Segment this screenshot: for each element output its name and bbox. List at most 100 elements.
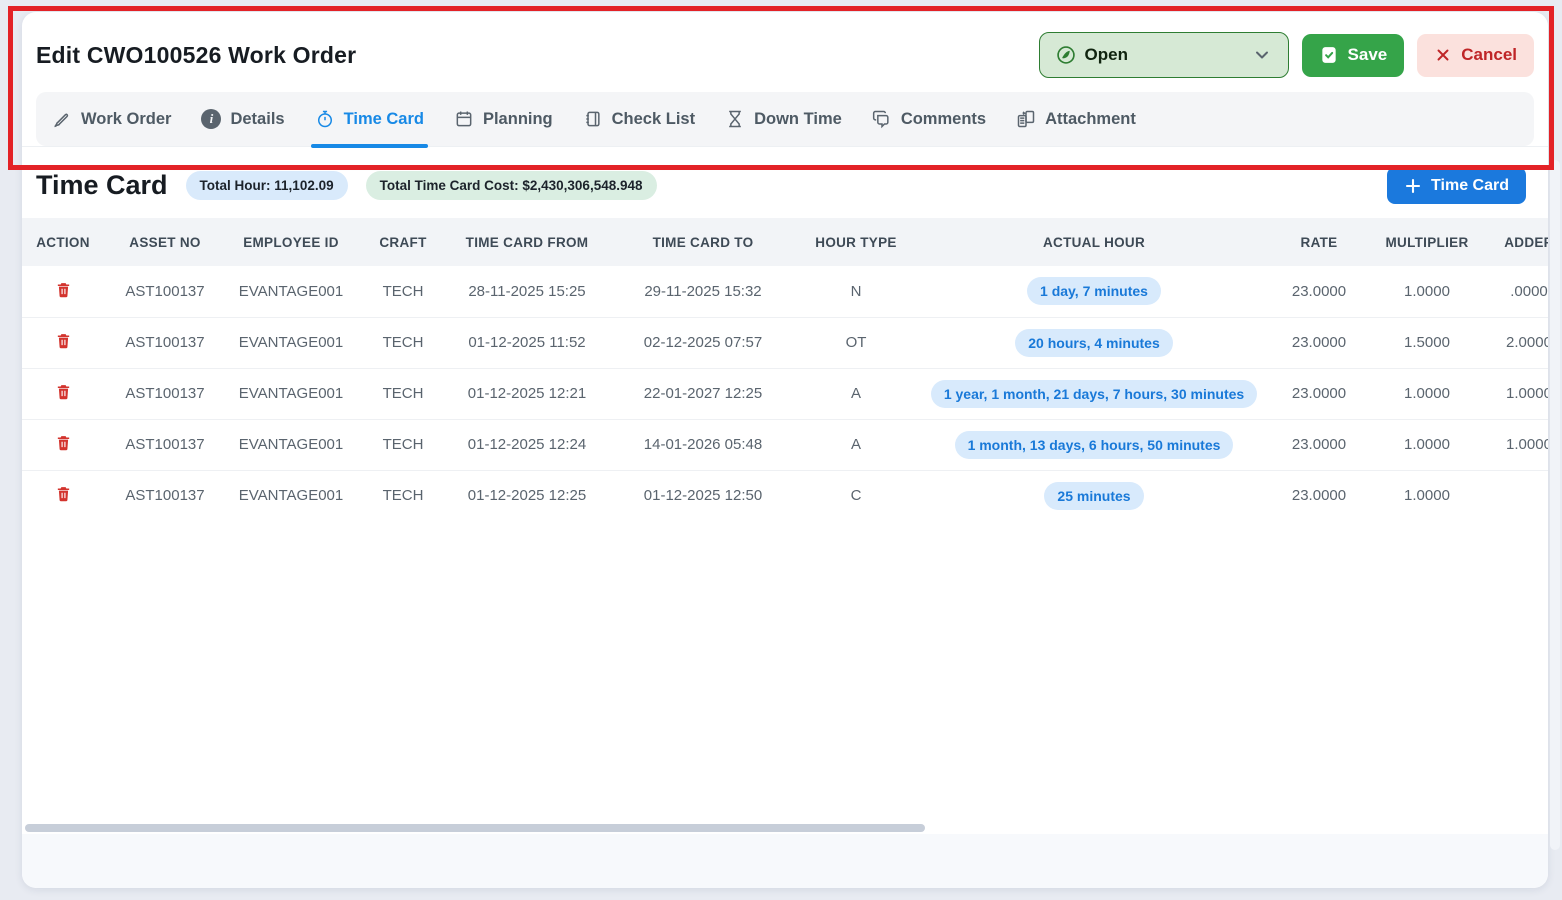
tab-label: Attachment [1045,110,1136,129]
time-card-table: ACTIONASSET NOEMPLOYEE IDCRAFTTIME CARD … [22,218,1548,521]
table-row: AST100137 EVANTAGE001 TECH 01-12-2025 12… [22,368,1548,419]
cell-adder: 1.0000 [1494,368,1548,419]
cancel-x-icon [1434,46,1452,64]
tab-label: Time Card [344,110,424,129]
add-time-card-label: Time Card [1431,177,1509,195]
cell-adder: 2.0000 [1494,317,1548,368]
tab-work-order[interactable]: Work Order [52,92,171,146]
status-dropdown-value: Open [1085,45,1252,65]
tab-down-time[interactable]: Down Time [725,92,842,146]
cell-craft: TECH [356,470,450,521]
vertical-scrollbar-thumb[interactable] [1550,160,1560,850]
horizontal-scrollbar-track [22,824,1548,834]
time-card-table-wrap: ACTIONASSET NOEMPLOYEE IDCRAFTTIME CARD … [22,218,1548,521]
save-button-label: Save [1348,45,1388,65]
cell-employee-id: EVANTAGE001 [226,470,356,521]
table-row: AST100137 EVANTAGE001 TECH 01-12-2025 12… [22,470,1548,521]
cell-adder: .0000 [1494,266,1548,317]
trash-icon [55,433,72,452]
tab-comments[interactable]: Comments [872,92,986,146]
stopwatch-icon [315,109,335,129]
cell-actual-hour: 20 hours, 4 minutes [910,317,1278,368]
info-icon: i [201,109,221,129]
section-title: Time Card [36,170,168,201]
cell-hour-type: A [802,419,910,470]
cell-craft: TECH [356,317,450,368]
tab-label: Down Time [754,110,842,129]
page-title: Edit CWO100526 Work Order [36,42,356,69]
cell-rate: 23.0000 [1278,317,1360,368]
delete-row-button[interactable] [55,331,72,350]
hourglass-icon [725,109,745,129]
trash-icon [55,280,72,299]
trash-icon [55,484,72,503]
add-time-card-button[interactable]: Time Card [1387,167,1526,204]
column-header-asset-no: ASSET NO [104,218,226,266]
trash-icon [55,382,72,401]
cell-asset-no: AST100137 [104,470,226,521]
actual-hour-pill: 1 year, 1 month, 21 days, 7 hours, 30 mi… [931,380,1257,408]
table-header-row: ACTIONASSET NOEMPLOYEE IDCRAFTTIME CARD … [22,218,1548,266]
cell-actual-hour: 1 year, 1 month, 21 days, 7 hours, 30 mi… [910,368,1278,419]
cell-employee-id: EVANTAGE001 [226,266,356,317]
tab-check-list[interactable]: Check List [583,92,695,146]
column-header-time-card-from: TIME CARD FROM [450,218,604,266]
tab-planning[interactable]: Planning [454,92,553,146]
cell-asset-no: AST100137 [104,368,226,419]
cell-time-card-to: 29-11-2025 15:32 [604,266,802,317]
horizontal-scrollbar-thumb[interactable] [25,824,925,832]
delete-row-button[interactable] [55,280,72,299]
cell-time-card-from: 28-11-2025 15:25 [450,266,604,317]
cell-rate: 23.0000 [1278,266,1360,317]
tab-label: Planning [483,110,553,129]
cell-time-card-from: 01-12-2025 12:24 [450,419,604,470]
cell-employee-id: EVANTAGE001 [226,368,356,419]
trash-icon [55,331,72,350]
pen-icon [52,109,72,129]
cell-asset-no: AST100137 [104,317,226,368]
cell-employee-id: EVANTAGE001 [226,419,356,470]
cell-hour-type: OT [802,317,910,368]
actual-hour-pill: 20 hours, 4 minutes [1015,329,1172,357]
delete-row-button[interactable] [55,484,72,503]
cell-time-card-to: 22-01-2027 12:25 [604,368,802,419]
cell-time-card-to: 02-12-2025 07:57 [604,317,802,368]
cell-employee-id: EVANTAGE001 [226,317,356,368]
cell-rate: 23.0000 [1278,368,1360,419]
cell-actual-hour: 25 minutes [910,470,1278,521]
table-row: AST100137 EVANTAGE001 TECH 01-12-2025 11… [22,317,1548,368]
column-header-craft: CRAFT [356,218,450,266]
tab-time-card[interactable]: Time Card [315,92,424,146]
tab-label: Comments [901,110,986,129]
column-header-employee-id: EMPLOYEE ID [226,218,356,266]
status-dropdown[interactable]: Open [1039,32,1289,78]
column-header-multiplier: MULTIPLIER [1360,218,1494,266]
open-status-leaf-icon [1056,45,1076,65]
time-card-section-head: Time Card Total Hour: 11,102.09 Total Ti… [22,147,1548,218]
tab-label: Check List [612,110,695,129]
tab-attachment[interactable]: Attachment [1016,92,1136,146]
column-header-time-card-to: TIME CARD TO [604,218,802,266]
cell-adder [1494,470,1548,521]
actual-hour-pill: 1 day, 7 minutes [1027,277,1161,305]
cancel-button[interactable]: Cancel [1417,34,1534,77]
cell-time-card-from: 01-12-2025 11:52 [450,317,604,368]
tab-details[interactable]: i Details [201,92,284,146]
work-order-card: Edit CWO100526 Work Order Open Save Canc… [22,12,1548,888]
delete-row-button[interactable] [55,382,72,401]
delete-row-button[interactable] [55,433,72,452]
column-header-adder: ADDER [1494,218,1548,266]
cell-asset-no: AST100137 [104,266,226,317]
cell-hour-type: A [802,368,910,419]
cell-hour-type: N [802,266,910,317]
card-header: Edit CWO100526 Work Order Open Save Canc… [22,12,1548,147]
table-row: AST100137 EVANTAGE001 TECH 01-12-2025 12… [22,419,1548,470]
chevron-down-icon [1252,45,1272,65]
actual-hour-pill: 25 minutes [1044,482,1143,510]
cell-hour-type: C [802,470,910,521]
header-actions: Open Save Cancel [1039,32,1534,78]
cell-multiplier: 1.0000 [1360,470,1494,521]
cell-multiplier: 1.0000 [1360,266,1494,317]
actual-hour-pill: 1 month, 13 days, 6 hours, 50 minutes [955,431,1234,459]
save-button[interactable]: Save [1302,34,1405,77]
